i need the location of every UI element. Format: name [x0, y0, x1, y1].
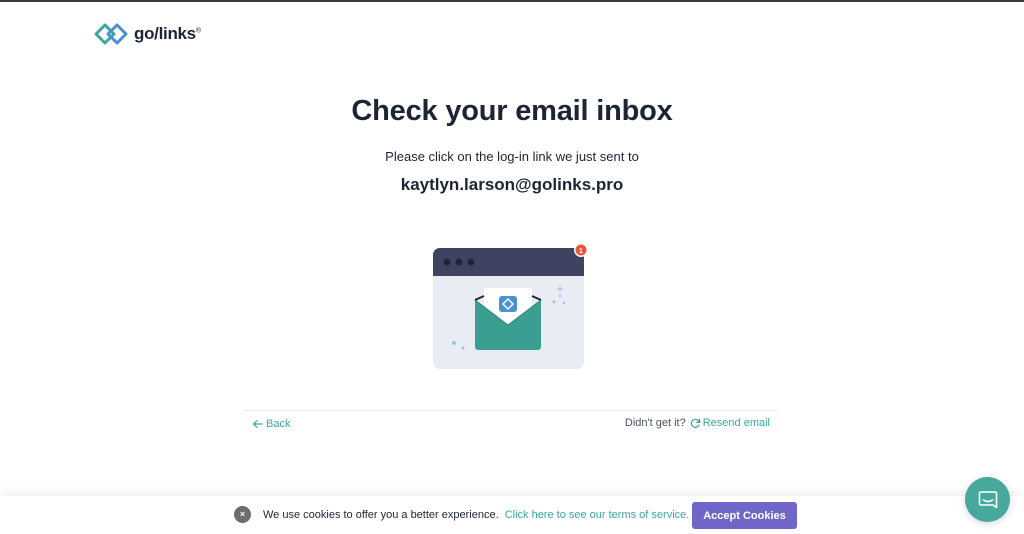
chat-bubble-icon	[978, 490, 997, 508]
resend-row: Didn't get it? Resend email	[625, 417, 770, 429]
cookie-message: We use cookies to offer you a better exp…	[263, 509, 499, 521]
accept-cookies-button[interactable]: Accept Cookies	[692, 502, 797, 529]
refresh-icon	[690, 418, 700, 428]
close-icon[interactable]: ×	[234, 506, 251, 523]
chat-launcher-button[interactable]	[965, 477, 1010, 522]
divider	[244, 410, 778, 411]
back-link[interactable]: Back	[252, 418, 290, 430]
cookie-banner: × We use cookies to offer you a better e…	[0, 496, 1024, 534]
resend-email-link[interactable]: Resend email	[690, 417, 770, 429]
logo-wordmark: go/links®	[134, 24, 201, 43]
golinks-logo[interactable]: go/links®	[94, 20, 201, 48]
top-border	[0, 0, 1024, 2]
didnt-get-it-text: Didn't get it?	[624, 417, 686, 429]
back-label: Back	[266, 418, 291, 430]
arrow-left-icon	[252, 419, 263, 429]
cookie-message-row: We use cookies to offer you a better exp…	[263, 509, 689, 521]
notification-badge: 1	[579, 248, 583, 255]
resend-label: Resend email	[702, 417, 770, 429]
terms-of-service-link[interactable]: Click here to see our terms of service.	[505, 509, 690, 521]
email-address: kaytlyn.larson@golinks.pro	[400, 175, 624, 194]
golinks-logo-icon	[94, 23, 128, 45]
envelope-browser-illustration: 1	[433, 243, 588, 369]
page-title: Check your email inbox	[351, 95, 673, 127]
instruction-text: Please click on the log-in link we just …	[385, 149, 639, 164]
